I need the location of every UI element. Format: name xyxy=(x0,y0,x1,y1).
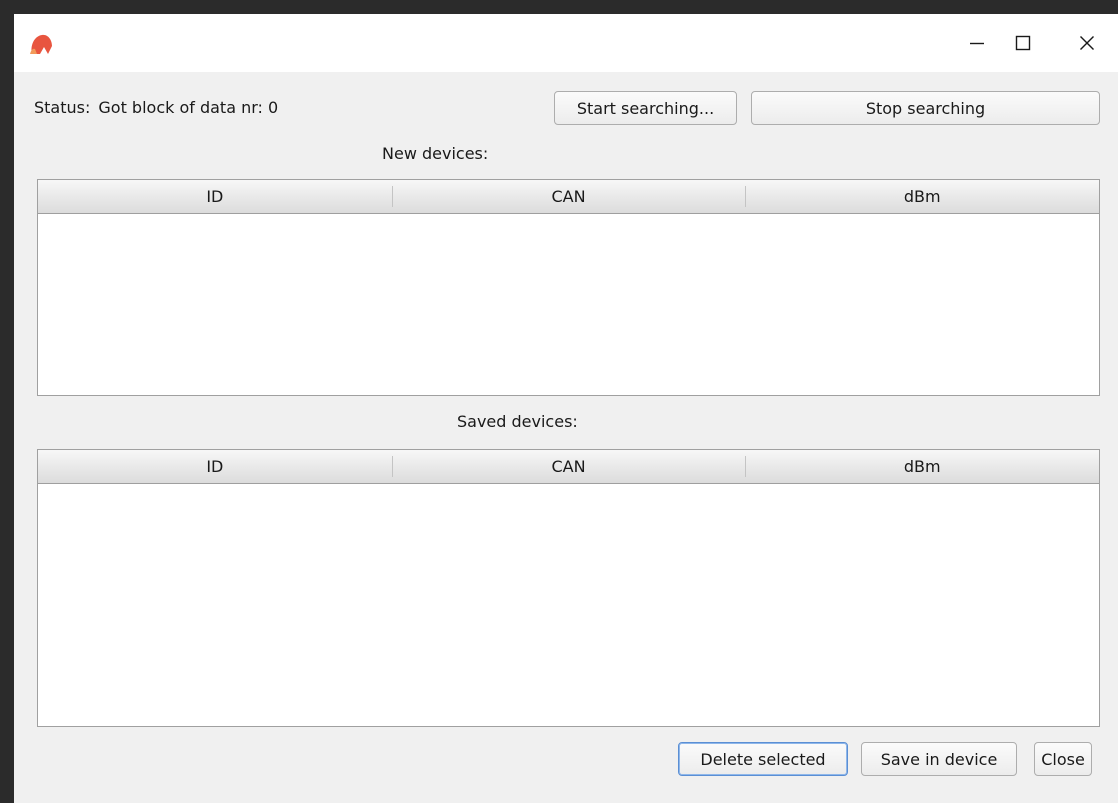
minimize-button[interactable] xyxy=(954,14,1000,72)
close-button[interactable]: Close xyxy=(1034,742,1092,776)
column-header-dbm[interactable]: dBm xyxy=(745,450,1099,483)
device-search-window: Status: Got block of data nr: 0 Start se… xyxy=(0,0,1118,803)
stop-searching-button[interactable]: Stop searching xyxy=(751,91,1100,125)
delete-selected-button[interactable]: Delete selected xyxy=(678,742,848,776)
start-searching-button[interactable]: Start searching... xyxy=(554,91,737,125)
column-header-id[interactable]: ID xyxy=(38,180,392,213)
saved-devices-table[interactable]: ID CAN dBm xyxy=(37,449,1100,727)
save-in-device-button[interactable]: Save in device xyxy=(861,742,1017,776)
new-devices-title: New devices: xyxy=(382,144,489,163)
new-devices-table[interactable]: ID CAN dBm xyxy=(37,179,1100,396)
column-header-can[interactable]: CAN xyxy=(391,450,746,483)
window-frame-top xyxy=(0,0,1118,14)
close-icon xyxy=(1079,35,1095,51)
saved-devices-table-header: ID CAN dBm xyxy=(38,450,1099,484)
status-label: Status: xyxy=(34,98,91,117)
dialog-content: Status: Got block of data nr: 0 Start se… xyxy=(14,72,1118,803)
window-frame-left xyxy=(0,0,14,803)
new-devices-table-header: ID CAN dBm xyxy=(38,180,1099,214)
column-header-id[interactable]: ID xyxy=(38,450,392,483)
close-window-button[interactable] xyxy=(1064,14,1110,72)
maximize-icon xyxy=(1015,35,1031,51)
column-header-can[interactable]: CAN xyxy=(391,180,746,213)
app-logo-icon xyxy=(28,32,54,56)
title-bar[interactable] xyxy=(14,14,1118,72)
status-row: Status: Got block of data nr: 0 xyxy=(34,98,278,117)
column-header-dbm[interactable]: dBm xyxy=(745,180,1099,213)
maximize-button[interactable] xyxy=(1000,14,1046,72)
saved-devices-title: Saved devices: xyxy=(457,412,578,431)
status-value: Got block of data nr: 0 xyxy=(98,98,279,117)
minimize-icon xyxy=(969,35,985,51)
